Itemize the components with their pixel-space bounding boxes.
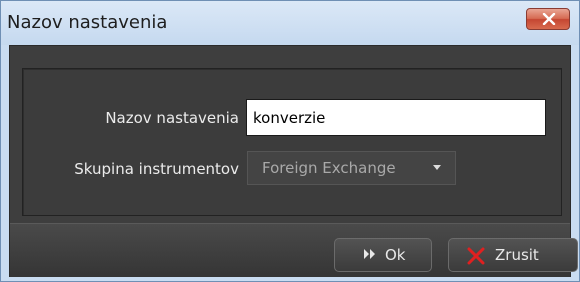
window-title: Nazov nastavenia xyxy=(7,12,168,33)
close-button[interactable] xyxy=(526,8,570,30)
cancel-button[interactable]: Zrusit xyxy=(448,238,578,272)
group-select-value: Foreign Exchange xyxy=(262,159,396,177)
group-label: Skupina instrumentov xyxy=(74,160,239,178)
ok-button-label: Ok xyxy=(385,246,406,264)
settings-panel xyxy=(22,68,562,216)
dialog-window: Nazov nastavenia Nazov nastavenia Skupin… xyxy=(0,0,580,282)
name-label: Nazov nastavenia xyxy=(105,109,239,127)
ok-button[interactable]: Ok xyxy=(334,238,432,272)
double-arrow-right-icon xyxy=(364,249,375,259)
red-x-icon xyxy=(467,247,485,265)
caret-down-icon xyxy=(433,165,441,170)
name-input[interactable] xyxy=(246,99,546,136)
group-select[interactable]: Foreign Exchange xyxy=(247,151,456,185)
dialog-content: Nazov nastavenia Skupina instrumentov Fo… xyxy=(9,45,578,277)
title-bar: Nazov nastavenia xyxy=(1,1,579,45)
button-bar: Ok Zrusit xyxy=(10,223,578,277)
close-x-icon xyxy=(542,13,556,25)
cancel-button-label: Zrusit xyxy=(495,246,539,264)
